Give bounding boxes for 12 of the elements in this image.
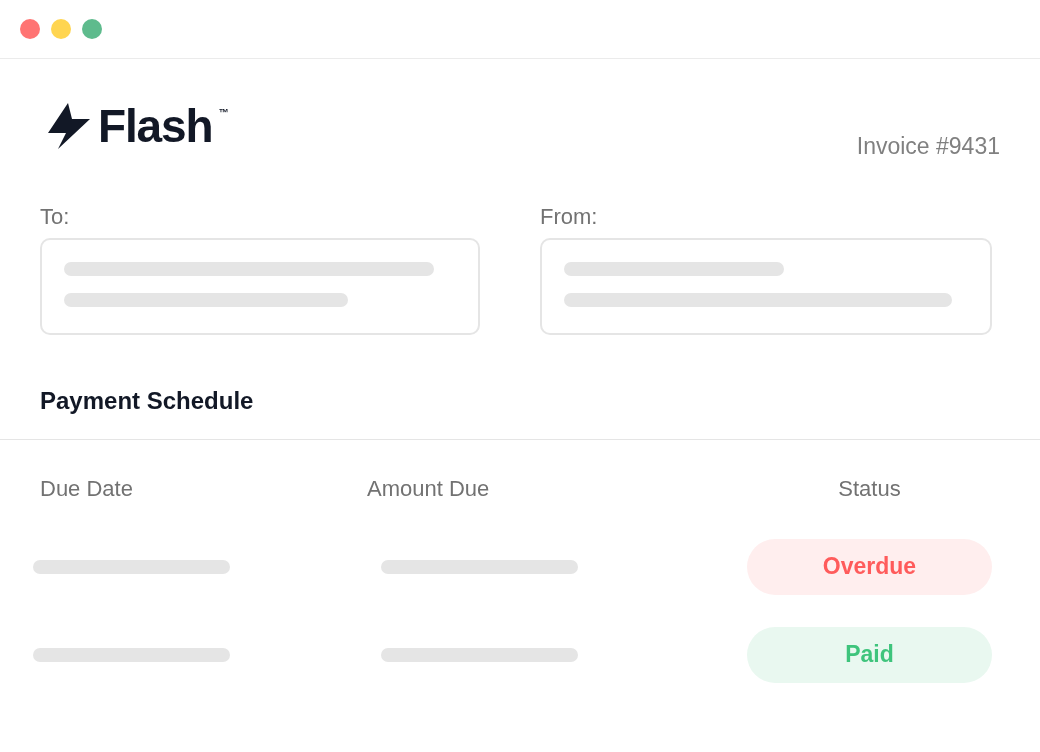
column-header: Due Date xyxy=(39,474,134,503)
status-badge: Overdue xyxy=(747,538,992,595)
party-label: To: xyxy=(40,202,71,231)
column-header: Status xyxy=(837,474,902,503)
party-label: From: xyxy=(540,202,599,231)
lightning-bolt-icon xyxy=(48,103,92,149)
logo-wordmark: Flash xyxy=(98,103,213,149)
column-header: Amount Due xyxy=(367,474,491,503)
trademark-sign: ™ xyxy=(218,106,229,120)
status-badge: Paid xyxy=(747,626,992,683)
section-title: Payment Schedule xyxy=(40,386,254,414)
invoice-number: Invoice #9431 xyxy=(856,132,1000,161)
